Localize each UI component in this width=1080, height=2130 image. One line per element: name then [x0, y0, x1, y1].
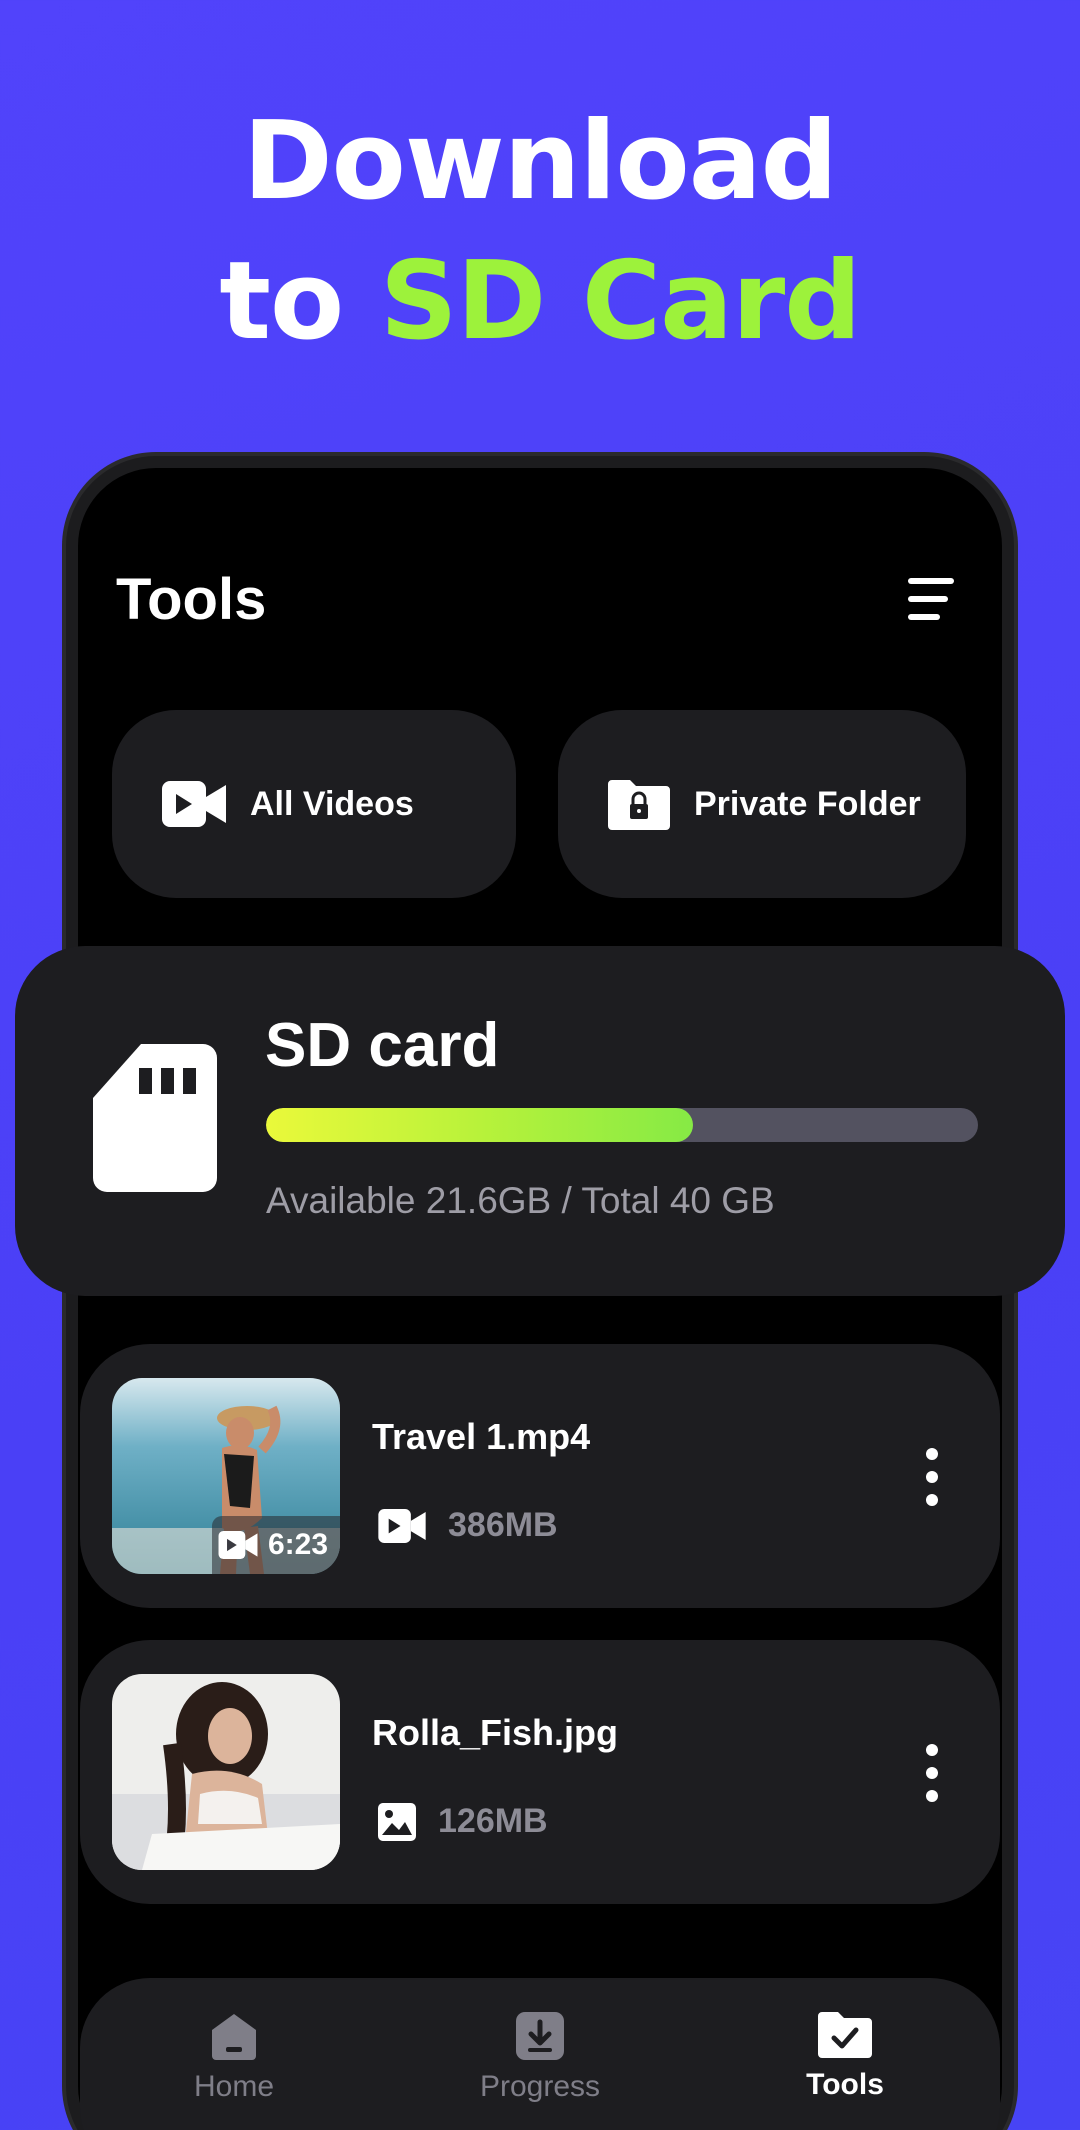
- private-folder-label: Private Folder: [694, 784, 921, 823]
- home-icon: [212, 2014, 256, 2060]
- private-folder-button[interactable]: Private Folder: [558, 710, 966, 898]
- tab-progress[interactable]: Progress: [440, 2012, 640, 2104]
- storage-progress-fill: [266, 1108, 694, 1142]
- all-videos-button[interactable]: All Videos: [112, 710, 516, 898]
- image-icon: [378, 1802, 416, 1841]
- tab-tools-label: Tools: [806, 2068, 884, 2101]
- promo-headline: Download to SD Card: [0, 92, 1080, 372]
- promo-line-2: to SD Card: [0, 232, 1080, 372]
- promo-line-2-accent: SD Card: [379, 239, 862, 364]
- sd-card-title: SD card: [265, 1011, 500, 1080]
- storage-progress-bar: [266, 1108, 978, 1142]
- page-title: Tools: [116, 567, 267, 632]
- sd-card-icon: [93, 1044, 217, 1192]
- all-videos-label: All Videos: [250, 784, 414, 823]
- list-item[interactable]: 6:23 Travel 1.mp4 386MB: [80, 1344, 1000, 1608]
- video-duration: 6:23: [267, 1528, 328, 1561]
- file-meta: 126MB: [378, 1802, 548, 1841]
- file-name: Rolla_Fish.jpg: [372, 1712, 619, 1753]
- file-size: 386MB: [448, 1506, 558, 1544]
- promo-line-1: Download: [243, 99, 838, 224]
- file-meta: 386MB: [378, 1506, 558, 1545]
- tab-progress-label: Progress: [479, 2070, 601, 2103]
- folder-check-icon: [818, 2012, 872, 2058]
- video-camera-icon: [378, 1508, 426, 1543]
- tab-home[interactable]: Home: [134, 2012, 334, 2104]
- file-size: 126MB: [438, 1802, 548, 1840]
- video-duration-badge: 6:23: [212, 1516, 340, 1574]
- promo-line-2-prefix: to: [219, 239, 380, 364]
- download-icon: [516, 2012, 564, 2060]
- video-camera-icon: [218, 1531, 258, 1559]
- hamburger-menu-icon[interactable]: [908, 578, 954, 620]
- image-thumbnail[interactable]: [112, 1674, 340, 1870]
- sd-card-panel[interactable]: SD card Available 21.6GB / Total 40 GB: [15, 946, 1065, 1296]
- file-name: Travel 1.mp4: [372, 1416, 591, 1457]
- list-item[interactable]: Rolla_Fish.jpg 126MB: [80, 1640, 1000, 1904]
- bottom-tab-bar: Home Progress Tools: [80, 1978, 1000, 2130]
- locked-folder-icon: [608, 780, 670, 830]
- tab-tools[interactable]: Tools: [745, 2012, 945, 2102]
- storage-info: Available 21.6GB / Total 40 GB: [266, 1180, 775, 1221]
- video-camera-icon: [162, 781, 226, 827]
- more-options-icon[interactable]: [922, 1448, 942, 1506]
- tab-home-label: Home: [193, 2070, 275, 2103]
- more-options-icon[interactable]: [922, 1744, 942, 1802]
- video-thumbnail[interactable]: 6:23: [112, 1378, 340, 1574]
